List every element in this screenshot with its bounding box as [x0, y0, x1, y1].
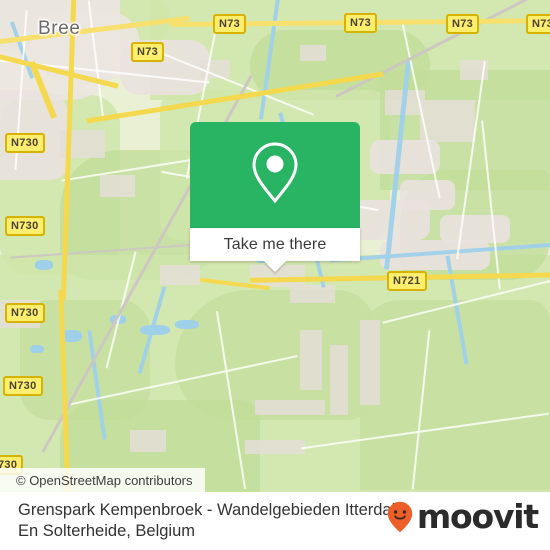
road-shield: N73 [526, 14, 550, 34]
moovit-wordmark: moovit [416, 497, 539, 536]
road-shield: N730 [3, 376, 43, 396]
road-shield: N73 [131, 42, 165, 62]
popup-header [190, 122, 360, 228]
road-shield: N730 [5, 133, 45, 153]
road-shield: N730 [5, 303, 45, 323]
take-me-there-button[interactable]: Take me there [190, 228, 360, 261]
map-pin-icon [248, 140, 302, 211]
title-line-2: En Solterheide, Belgium [18, 522, 196, 540]
page-title: Grenspark Kempenbroek - Wandelgebieden I… [18, 500, 418, 542]
map-attribution[interactable]: © OpenStreetMap contributors [0, 468, 205, 492]
road-shield: N721 [387, 271, 427, 291]
location-popup-card[interactable]: Take me there [190, 122, 360, 272]
map-screenshot: N73 N73 N73 N73 N73 N730 N730 N730 N730 … [0, 0, 550, 550]
attribution-text: © OpenStreetMap contributors [16, 473, 193, 488]
road-shield: N73 [446, 14, 480, 34]
road-shield: N73 [213, 14, 247, 34]
popup-tail [264, 261, 286, 272]
road-shield: N730 [5, 216, 45, 236]
take-me-there-label: Take me there [223, 235, 327, 253]
title-line-1: Grenspark Kempenbroek - Wandelgebieden I… [18, 501, 396, 519]
moovit-logo[interactable]: moovit [387, 497, 539, 536]
road-shield: N73 [344, 13, 378, 33]
moovit-pin-icon [387, 501, 413, 533]
map-canvas[interactable]: N73 N73 N73 N73 N73 N730 N730 N730 N730 … [0, 0, 550, 492]
place-label-bree: Bree [38, 18, 81, 39]
